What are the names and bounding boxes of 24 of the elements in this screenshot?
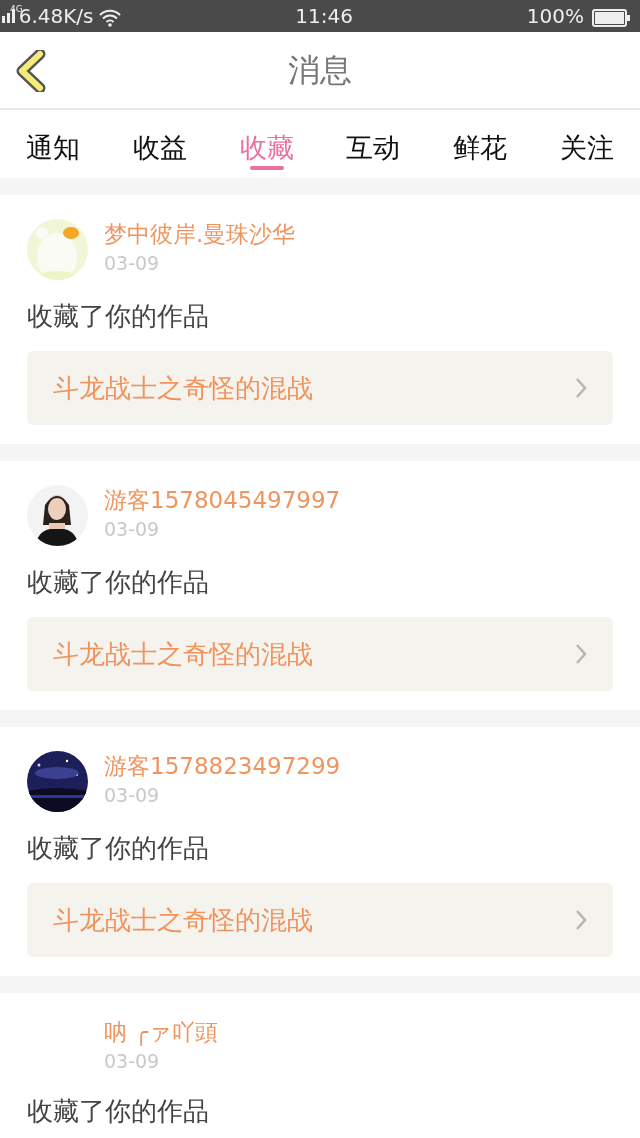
user-name[interactable]: 游客1578823497299 xyxy=(104,751,341,781)
user-name[interactable]: 呐 ╭ァ吖頭 xyxy=(104,1017,219,1047)
work-link[interactable]: 斗龙战士之奇怪的混战 xyxy=(27,351,613,425)
message-text: 收藏了你的作品 xyxy=(27,832,210,865)
tab[interactable]: 收益 xyxy=(133,110,187,178)
chevron-right-icon xyxy=(575,643,587,665)
page-title: 消息 xyxy=(288,50,352,91)
message-text: 收藏了你的作品 xyxy=(27,1095,210,1128)
battery-percent: 100% xyxy=(526,3,584,30)
tab[interactable]: 收藏 xyxy=(239,110,294,178)
back-button[interactable] xyxy=(16,50,48,92)
tab[interactable]: 关注 xyxy=(559,110,614,178)
message-text: 收藏了你的作品 xyxy=(27,300,210,333)
user-name[interactable]: 梦中彼岸.曼珠沙华 xyxy=(104,219,296,249)
message-text: 收藏了你的作品 xyxy=(27,566,210,599)
chevron-right-icon xyxy=(575,909,587,931)
clock: 11:46 xyxy=(294,3,354,30)
work-link[interactable]: 斗龙战士之奇怪的混战 xyxy=(27,883,613,957)
chevron-right-icon xyxy=(575,377,587,399)
tab[interactable]: 通知 xyxy=(26,110,81,178)
user-name[interactable]: 游客1578045497997 xyxy=(104,485,341,515)
work-link[interactable]: 斗龙战士之奇怪的混战 xyxy=(27,617,613,691)
tab[interactable]: 互动 xyxy=(346,110,401,178)
tab[interactable]: 鲜花 xyxy=(452,110,507,178)
